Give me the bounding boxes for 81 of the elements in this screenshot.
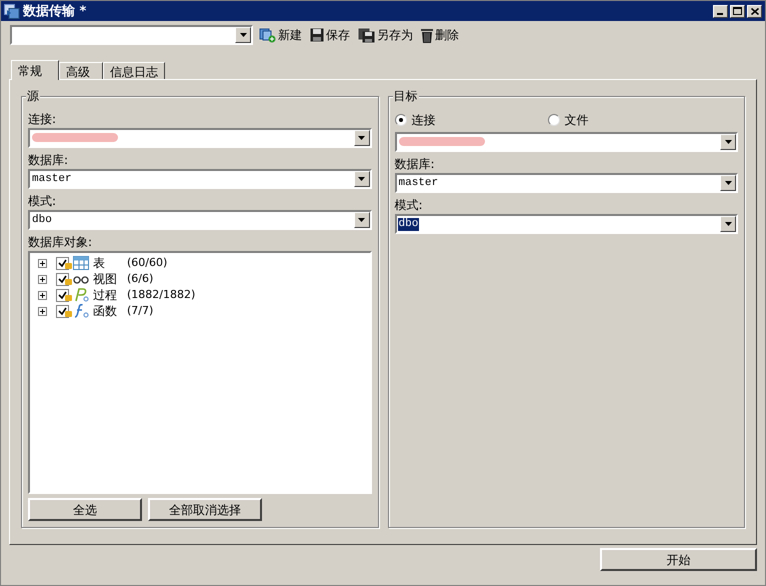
- tree-item-label: 函数: [93, 304, 118, 318]
- trash-can-icon: [421, 28, 433, 42]
- toolbar-button[interactable]: 新建: [257, 24, 304, 46]
- dropdown-button[interactable]: [354, 171, 370, 187]
- tree-checkbox[interactable]: [56, 304, 69, 318]
- tree-item-label: 过程: [93, 288, 118, 302]
- field-label: 数据库:: [394, 157, 436, 171]
- procedure-icon: [73, 288, 89, 302]
- dropdown-field[interactable]: [394, 132, 738, 152]
- dropdown-field[interactable]: [28, 128, 372, 148]
- caret-icon: [358, 136, 365, 140]
- group-title: 目标: [392, 89, 418, 103]
- field-value: dbo: [398, 218, 420, 230]
- field-label: 连接:: [28, 112, 58, 126]
- tree-item-count: (1882/1882): [127, 288, 196, 302]
- radio-button[interactable]: [548, 114, 560, 126]
- caret-icon: [724, 222, 732, 226]
- floppy-disks-icon: [358, 28, 375, 42]
- dropdown-field[interactable]: master: [394, 173, 738, 193]
- radio-option[interactable]: 连接: [394, 111, 548, 129]
- tab[interactable]: 常规: [11, 60, 59, 80]
- window-title: 数据传输 *: [23, 4, 88, 18]
- expand-icon[interactable]: [38, 306, 47, 316]
- caret-icon: [358, 218, 365, 222]
- tree-item-count: (7/7): [127, 304, 154, 318]
- field-label: 数据库对象:: [28, 235, 94, 249]
- radio-button[interactable]: [394, 114, 406, 126]
- toolbar-button[interactable]: 保存: [308, 24, 352, 46]
- new-document-icon: [259, 27, 276, 43]
- dropdown-field[interactable]: dbo: [28, 210, 372, 230]
- caret-icon: [240, 33, 246, 37]
- dropdown-field[interactable]: dbo: [394, 214, 738, 234]
- maximize-button[interactable]: [730, 4, 745, 18]
- tree-item-label: 表: [93, 256, 106, 270]
- field-value: master: [31, 172, 73, 186]
- dropdown-field[interactable]: master: [28, 169, 372, 189]
- dropdown-button[interactable]: [720, 216, 736, 232]
- tree-item-count: (60/60): [127, 256, 168, 270]
- field-value: master: [398, 176, 440, 190]
- field-label: 数据库:: [28, 153, 70, 167]
- tree-item[interactable]: 过程 (1882/1882): [38, 287, 370, 303]
- select-all-button[interactable]: 全选: [28, 498, 142, 521]
- tree-checkbox[interactable]: [56, 288, 69, 302]
- expand-icon[interactable]: [38, 258, 47, 268]
- dropdown-button[interactable]: [720, 134, 736, 150]
- tree-item[interactable]: 函数 (7/7): [38, 303, 370, 319]
- tab[interactable]: 高级: [59, 62, 103, 79]
- deselect-all-button[interactable]: 全部取消选择: [148, 498, 262, 521]
- caret-icon: [724, 140, 732, 144]
- expand-icon[interactable]: [38, 290, 47, 300]
- dropdown-button[interactable]: [354, 212, 370, 228]
- field-label: 模式:: [28, 194, 58, 208]
- field-value: dbo: [31, 214, 53, 226]
- tab[interactable]: 信息日志: [103, 62, 165, 79]
- glasses-icon: [73, 274, 89, 284]
- dropdown-button[interactable]: [354, 130, 370, 146]
- minimize-button[interactable]: [713, 4, 728, 18]
- transfer-icon: [4, 4, 20, 18]
- tree-item[interactable]: 表 (60/60): [38, 255, 370, 271]
- caret-icon: [724, 181, 732, 185]
- tree-item-count: (6/6): [127, 272, 154, 286]
- dropdown-field[interactable]: [10, 25, 253, 45]
- toolbar-button[interactable]: 另存为: [356, 24, 415, 46]
- tree-checkbox[interactable]: [56, 256, 69, 270]
- dropdown-button[interactable]: [235, 27, 251, 43]
- caret-icon: [358, 177, 365, 181]
- toolbar-button[interactable]: 删除: [419, 24, 461, 46]
- maximize-icon: [733, 7, 742, 15]
- radio-option[interactable]: 文件: [548, 111, 700, 129]
- expand-icon[interactable]: [38, 274, 47, 284]
- close-button[interactable]: [747, 4, 762, 18]
- start-button[interactable]: 开始: [600, 548, 757, 571]
- tree-checkbox[interactable]: [56, 272, 69, 286]
- close-icon: [750, 8, 758, 14]
- function-icon: [73, 304, 89, 318]
- tree-item[interactable]: 视图 (6/6): [38, 271, 370, 287]
- group-title: 源: [26, 89, 40, 103]
- table-icon: [73, 256, 89, 270]
- tree-item-label: 视图: [93, 272, 118, 286]
- field-label: 模式:: [394, 198, 424, 212]
- dropdown-button[interactable]: [720, 175, 736, 191]
